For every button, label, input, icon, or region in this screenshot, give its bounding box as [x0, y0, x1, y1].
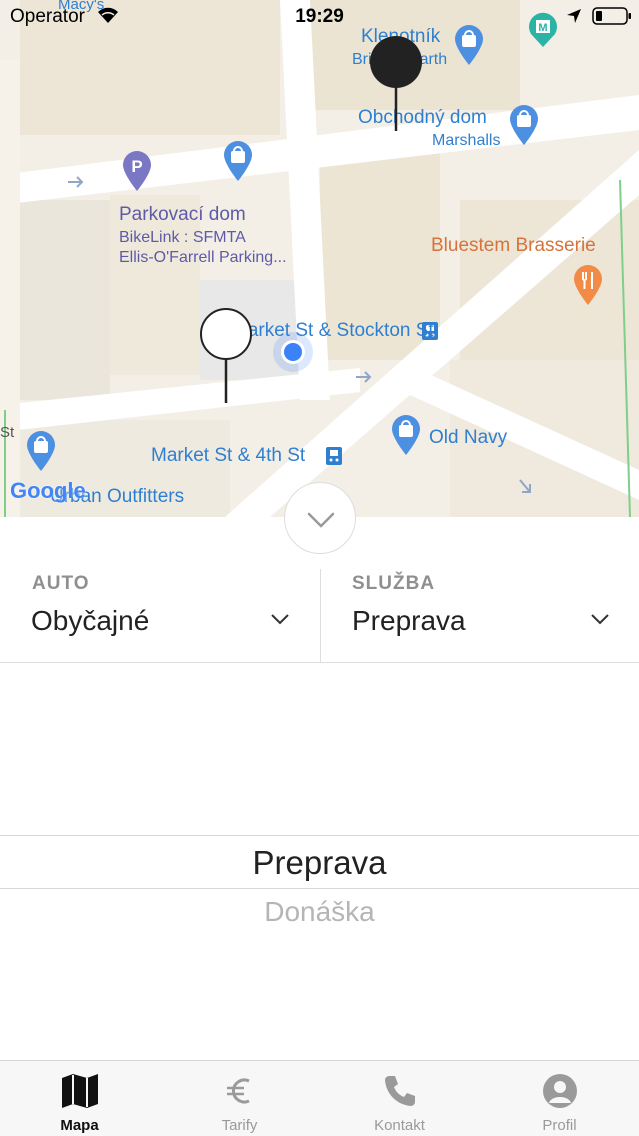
map-label-marshalls: Marshalls — [432, 132, 501, 149]
map-label-bluestem: Bluestem Brasserie — [431, 235, 596, 256]
tab-label: Kontakt — [374, 1117, 425, 1134]
shopping-bag-icon[interactable] — [390, 414, 422, 456]
picker-divider — [0, 835, 639, 836]
user-location-icon — [273, 332, 313, 372]
profile-icon — [542, 1074, 577, 1108]
tab-label: Mapa — [60, 1117, 99, 1134]
collapse-map-button[interactable] — [284, 482, 356, 554]
chevron-down-icon — [271, 614, 289, 625]
car-type-value: Obyčajné — [31, 605, 150, 636]
tab-label: Tarify — [221, 1117, 258, 1134]
map-label-market-stockton: Market St & Stockton St — [232, 320, 434, 341]
tab-contact[interactable]: Kontakt — [320, 1061, 479, 1136]
tab-bar: Mapa Tarify Kontakt Profil — [0, 1060, 639, 1136]
chevron-down-icon — [591, 614, 609, 625]
map-icon — [61, 1074, 98, 1108]
map-view[interactable]: P M Macy's Klenotník Brilliant Earth Obc… — [0, 0, 639, 517]
dropoff-pin-icon[interactable] — [368, 34, 424, 132]
map-label-street-fragment: St — [0, 424, 15, 441]
picker-item[interactable]: Donáška — [0, 896, 639, 928]
map-label-old-navy: Old Navy — [429, 427, 508, 448]
picker-item-selected[interactable]: Preprava — [0, 844, 639, 882]
tab-map[interactable]: Mapa — [0, 1061, 159, 1136]
svg-text:P: P — [131, 157, 142, 176]
shopping-bag-icon[interactable] — [508, 104, 540, 146]
euro-icon — [226, 1078, 250, 1104]
chevron-down-icon — [307, 512, 335, 528]
pickup-pin-icon[interactable] — [198, 306, 254, 404]
google-logo: Google — [10, 478, 86, 503]
service-value: Preprava — [352, 605, 466, 636]
map-label-market-4th: Market St & 4th St — [151, 445, 306, 466]
tab-label: Profil — [542, 1117, 577, 1134]
car-type-label: AUTO — [32, 573, 90, 594]
parking-icon[interactable]: P — [121, 150, 153, 192]
restaurant-icon[interactable] — [572, 264, 604, 306]
location-services-icon — [567, 9, 581, 23]
clock: 19:29 — [295, 6, 344, 27]
shopping-bag-icon[interactable] — [222, 140, 254, 182]
shopping-bag-icon[interactable] — [25, 430, 57, 472]
map-label-bikelink: BikeLink : SFMTA — [119, 229, 246, 246]
picker-divider — [0, 888, 639, 889]
tab-tariffs[interactable]: Tarify — [160, 1061, 319, 1136]
map-base — [0, 0, 639, 517]
car-type-selector[interactable]: AUTO Obyčajné — [0, 517, 320, 663]
service-picker[interactable]: Preprava Donáška — [0, 663, 639, 1060]
status-bar: Operator 19:29 — [0, 0, 639, 34]
tab-profile[interactable]: Profil — [480, 1061, 639, 1136]
map-label-parkovaci-dom: Parkovací dom — [119, 204, 246, 225]
service-selector[interactable]: SLUŽBA Preprava — [320, 569, 639, 663]
transit-icon — [326, 447, 342, 465]
battery-icon — [592, 7, 631, 25]
service-label: SLUŽBA — [352, 573, 436, 594]
phone-icon — [384, 1076, 415, 1106]
map-label-ellis-ofarrell: Ellis-O'Farrell Parking... — [119, 249, 287, 266]
